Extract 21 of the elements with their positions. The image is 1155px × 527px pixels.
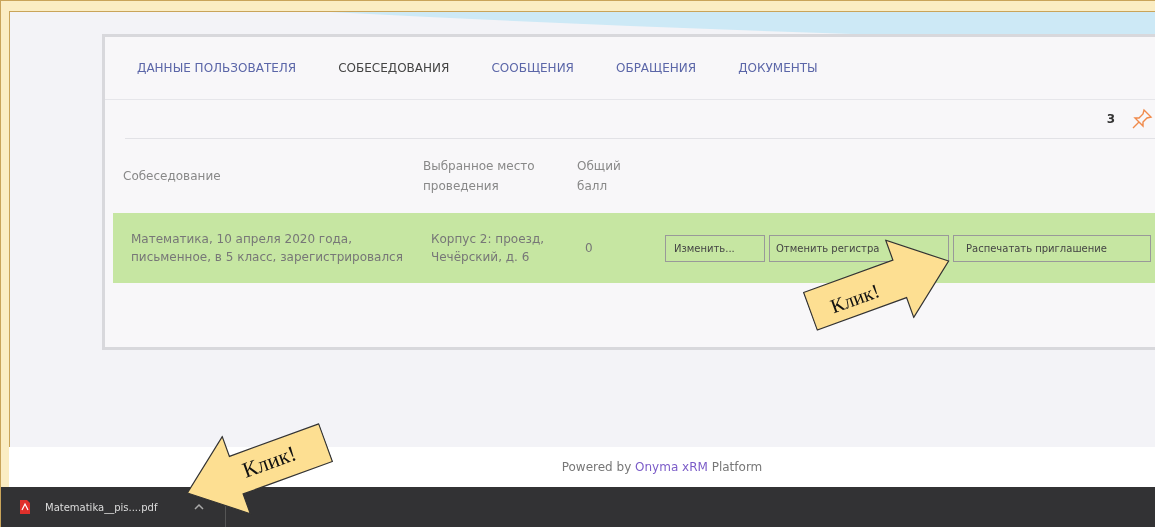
table-cell-text: 0 — [585, 240, 594, 257]
download-file-name[interactable]: Matematika__pis....pdf — [45, 501, 158, 513]
tab[interactable]: ДОКУМЕНТЫ — [738, 61, 818, 75]
table-cell-text: Корпус 2: проезд, Чечёрский, д. 6 — [431, 231, 545, 266]
column-header: Выбранное место проведения — [423, 158, 536, 195]
record-count: 3 — [1106, 112, 1115, 126]
action-button[interactable]: Распечатать приглашение — [953, 234, 1151, 262]
platform-link[interactable]: Onyma xRM — [635, 460, 708, 474]
column-header: Собеседование — [123, 168, 222, 185]
tab[interactable]: СОБЕСЕДОВАНИЯ — [338, 61, 450, 75]
action-button[interactable]: Изменить... — [665, 234, 765, 262]
caret-icon[interactable] — [193, 503, 206, 511]
tooltip-text: Клик! — [239, 440, 300, 484]
footer-text: Powered by Onyma xRM Platform — [561, 460, 763, 474]
table-cell-text: Математика, 10 апреля 2020 года, письменное, в 5 класс, зарегистрировался — [131, 231, 404, 266]
tab[interactable]: ОБРАЩЕНИЯ — [615, 61, 697, 75]
table-row[interactable]: Математика, 10 апреля 2020 года, письменное, в 5 класс, зарегистрировался Корпус 2: проезд, Чечёрский, д. 6 0 Изменить... Отменить регистра Распечатать приглашение — [113, 213, 1155, 283]
column-header: Общий балл — [577, 158, 622, 195]
tab[interactable]: СООБЩЕНИЯ — [491, 61, 574, 75]
tab[interactable]: ДАННЫЕ ПОЛЬЗОВАТЕЛЯ — [137, 61, 297, 75]
pdf-file-icon — [19, 500, 31, 514]
